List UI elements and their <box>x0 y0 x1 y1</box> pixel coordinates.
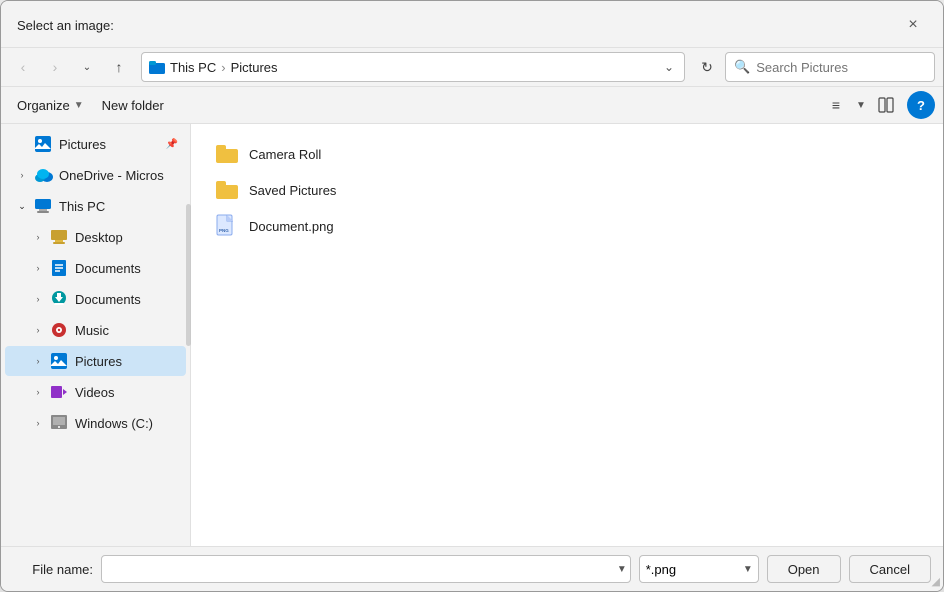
close-button[interactable]: × <box>899 11 927 39</box>
sidebar-item-pictures-pinned[interactable]: Pictures 📌 <box>5 129 186 159</box>
svg-text:PNG: PNG <box>219 228 229 233</box>
filetype-wrapper: *.png *.jpg *.bmp *.gif All files ▼ <box>639 555 759 583</box>
desktop-icon <box>49 227 69 247</box>
sidebar-label-thispc: This PC <box>59 199 178 214</box>
sidebar-item-music[interactable]: › Music <box>5 315 186 345</box>
filename-wrapper: ▼ <box>101 555 631 583</box>
filetype-select[interactable]: *.png *.jpg *.bmp *.gif All files <box>639 555 759 583</box>
sidebar-label-videos: Videos <box>75 385 178 400</box>
refresh-button[interactable]: ↻ <box>693 53 721 81</box>
expand-arrow-desktop: › <box>29 232 47 242</box>
navbar: ‹ › ⌄ ↑ This PC › Pictures ⌄ ↻ 🔍 <box>1 48 943 87</box>
bottombar-actions: Open Cancel <box>767 555 931 583</box>
up-button[interactable]: ↑ <box>105 53 133 81</box>
back-button[interactable]: ‹ <box>9 53 37 81</box>
new-folder-button[interactable]: New folder <box>94 94 172 117</box>
view-panel-button[interactable] <box>871 91 901 119</box>
downloads-icon <box>49 289 69 309</box>
sidebar-label-pictures-pc: Pictures <box>75 354 178 369</box>
view-dropdown-button[interactable]: ▼ <box>852 91 870 119</box>
address-thispc[interactable]: This PC <box>170 60 216 75</box>
sidebar-label-music: Music <box>75 323 178 338</box>
address-sep1: › <box>221 60 225 75</box>
sidebar-item-videos[interactable]: › Videos <box>5 377 186 407</box>
file-name-document-png: Document.png <box>249 219 334 234</box>
pin-icon: 📌 <box>166 139 178 150</box>
sidebar-label-windows: Windows (C:) <box>75 416 178 431</box>
address-bar: This PC › Pictures ⌄ <box>141 52 685 82</box>
recent-button[interactable]: ⌄ <box>73 53 101 81</box>
address-path: This PC › Pictures <box>170 60 656 75</box>
search-input[interactable] <box>756 60 926 75</box>
sidebar-item-thispc[interactable]: ⌄ This PC <box>5 191 186 221</box>
expand-arrow-windows: › <box>29 418 47 428</box>
sidebar-label-downloads: Documents <box>75 292 178 307</box>
sidebar-label-desktop: Desktop <box>75 230 178 245</box>
folder-icon-camera-roll <box>215 142 239 166</box>
pictures-pc-icon <box>49 351 69 371</box>
search-icon: 🔍 <box>734 59 750 75</box>
cancel-button[interactable]: Cancel <box>849 555 931 583</box>
file-name-saved-pictures: Saved Pictures <box>249 183 336 198</box>
pictures-icon <box>33 134 53 154</box>
expand-arrow-onedrive: › <box>13 170 31 180</box>
sidebar-item-onedrive[interactable]: › OneDrive - Micros <box>5 160 186 190</box>
organize-label: Organize <box>17 98 70 113</box>
expand-arrow-pictures-pc: › <box>29 356 47 366</box>
sidebar-label-pictures-pinned: Pictures <box>59 137 164 152</box>
organize-chevron: ▼ <box>74 100 84 111</box>
filename-label: File name: <box>13 562 93 577</box>
expand-arrow-downloads: › <box>29 294 47 304</box>
address-folder-icon <box>148 58 166 76</box>
expand-arrow-thispc: ⌄ <box>13 201 31 212</box>
view-list-button[interactable]: ≡ <box>821 91 851 119</box>
dialog-title: Select an image: <box>17 18 114 33</box>
filename-input[interactable] <box>101 555 631 583</box>
sidebar: Pictures 📌 › OneDrive - Micros ⌄ <box>1 124 191 546</box>
file-item-camera-roll[interactable]: Camera Roll <box>207 136 927 172</box>
folder-icon-saved-pictures <box>215 178 239 202</box>
sidebar-label-onedrive: OneDrive - Micros <box>59 168 178 183</box>
help-button[interactable]: ? <box>907 91 935 119</box>
filename-dropdown-button[interactable]: ▼ <box>617 564 627 575</box>
actionbar: Organize ▼ New folder ≡ ▼ ? <box>1 87 943 124</box>
file-area: Camera Roll Saved Pictures PNG Doc <box>191 124 943 546</box>
resize-handle[interactable]: ◢ <box>932 575 940 588</box>
expand-arrow-documents: › <box>29 263 47 273</box>
open-button[interactable]: Open <box>767 555 841 583</box>
sidebar-item-downloads[interactable]: › Documents <box>5 284 186 314</box>
search-box: 🔍 <box>725 52 935 82</box>
expand-arrow-videos: › <box>29 387 47 397</box>
titlebar: Select an image: × <box>1 1 943 48</box>
organize-button[interactable]: Organize ▼ <box>9 94 92 117</box>
forward-button[interactable]: › <box>41 53 69 81</box>
sidebar-scrollbar[interactable] <box>186 204 191 346</box>
music-icon <box>49 320 69 340</box>
sidebar-item-documents[interactable]: › Documents <box>5 253 186 283</box>
documents-icon <box>49 258 69 278</box>
view-buttons: ≡ ▼ <box>821 91 901 119</box>
expand-arrow-music: › <box>29 325 47 335</box>
onedrive-icon <box>33 165 53 185</box>
png-file-icon: PNG <box>215 214 239 238</box>
file-dialog: Select an image: × ‹ › ⌄ ↑ This PC › Pic… <box>0 0 944 592</box>
address-pictures[interactable]: Pictures <box>231 60 278 75</box>
file-name-camera-roll: Camera Roll <box>249 147 321 162</box>
sidebar-label-documents: Documents <box>75 261 178 276</box>
new-folder-label: New folder <box>102 98 164 113</box>
sidebar-item-desktop[interactable]: › Desktop <box>5 222 186 252</box>
thispc-icon <box>33 196 53 216</box>
sidebar-container: Pictures 📌 › OneDrive - Micros ⌄ <box>1 124 191 546</box>
file-item-saved-pictures[interactable]: Saved Pictures <box>207 172 927 208</box>
videos-icon <box>49 382 69 402</box>
main-content: Pictures 📌 › OneDrive - Micros ⌄ <box>1 124 943 546</box>
sidebar-item-pictures-pc[interactable]: › Pictures <box>5 346 186 376</box>
address-dropdown-button[interactable]: ⌄ <box>660 58 678 76</box>
file-item-document-png[interactable]: PNG Document.png <box>207 208 927 244</box>
bottombar: File name: ▼ *.png *.jpg *.bmp *.gif All… <box>1 546 943 591</box>
sidebar-item-windows[interactable]: › Windows (C:) <box>5 408 186 438</box>
windows-icon <box>49 413 69 433</box>
